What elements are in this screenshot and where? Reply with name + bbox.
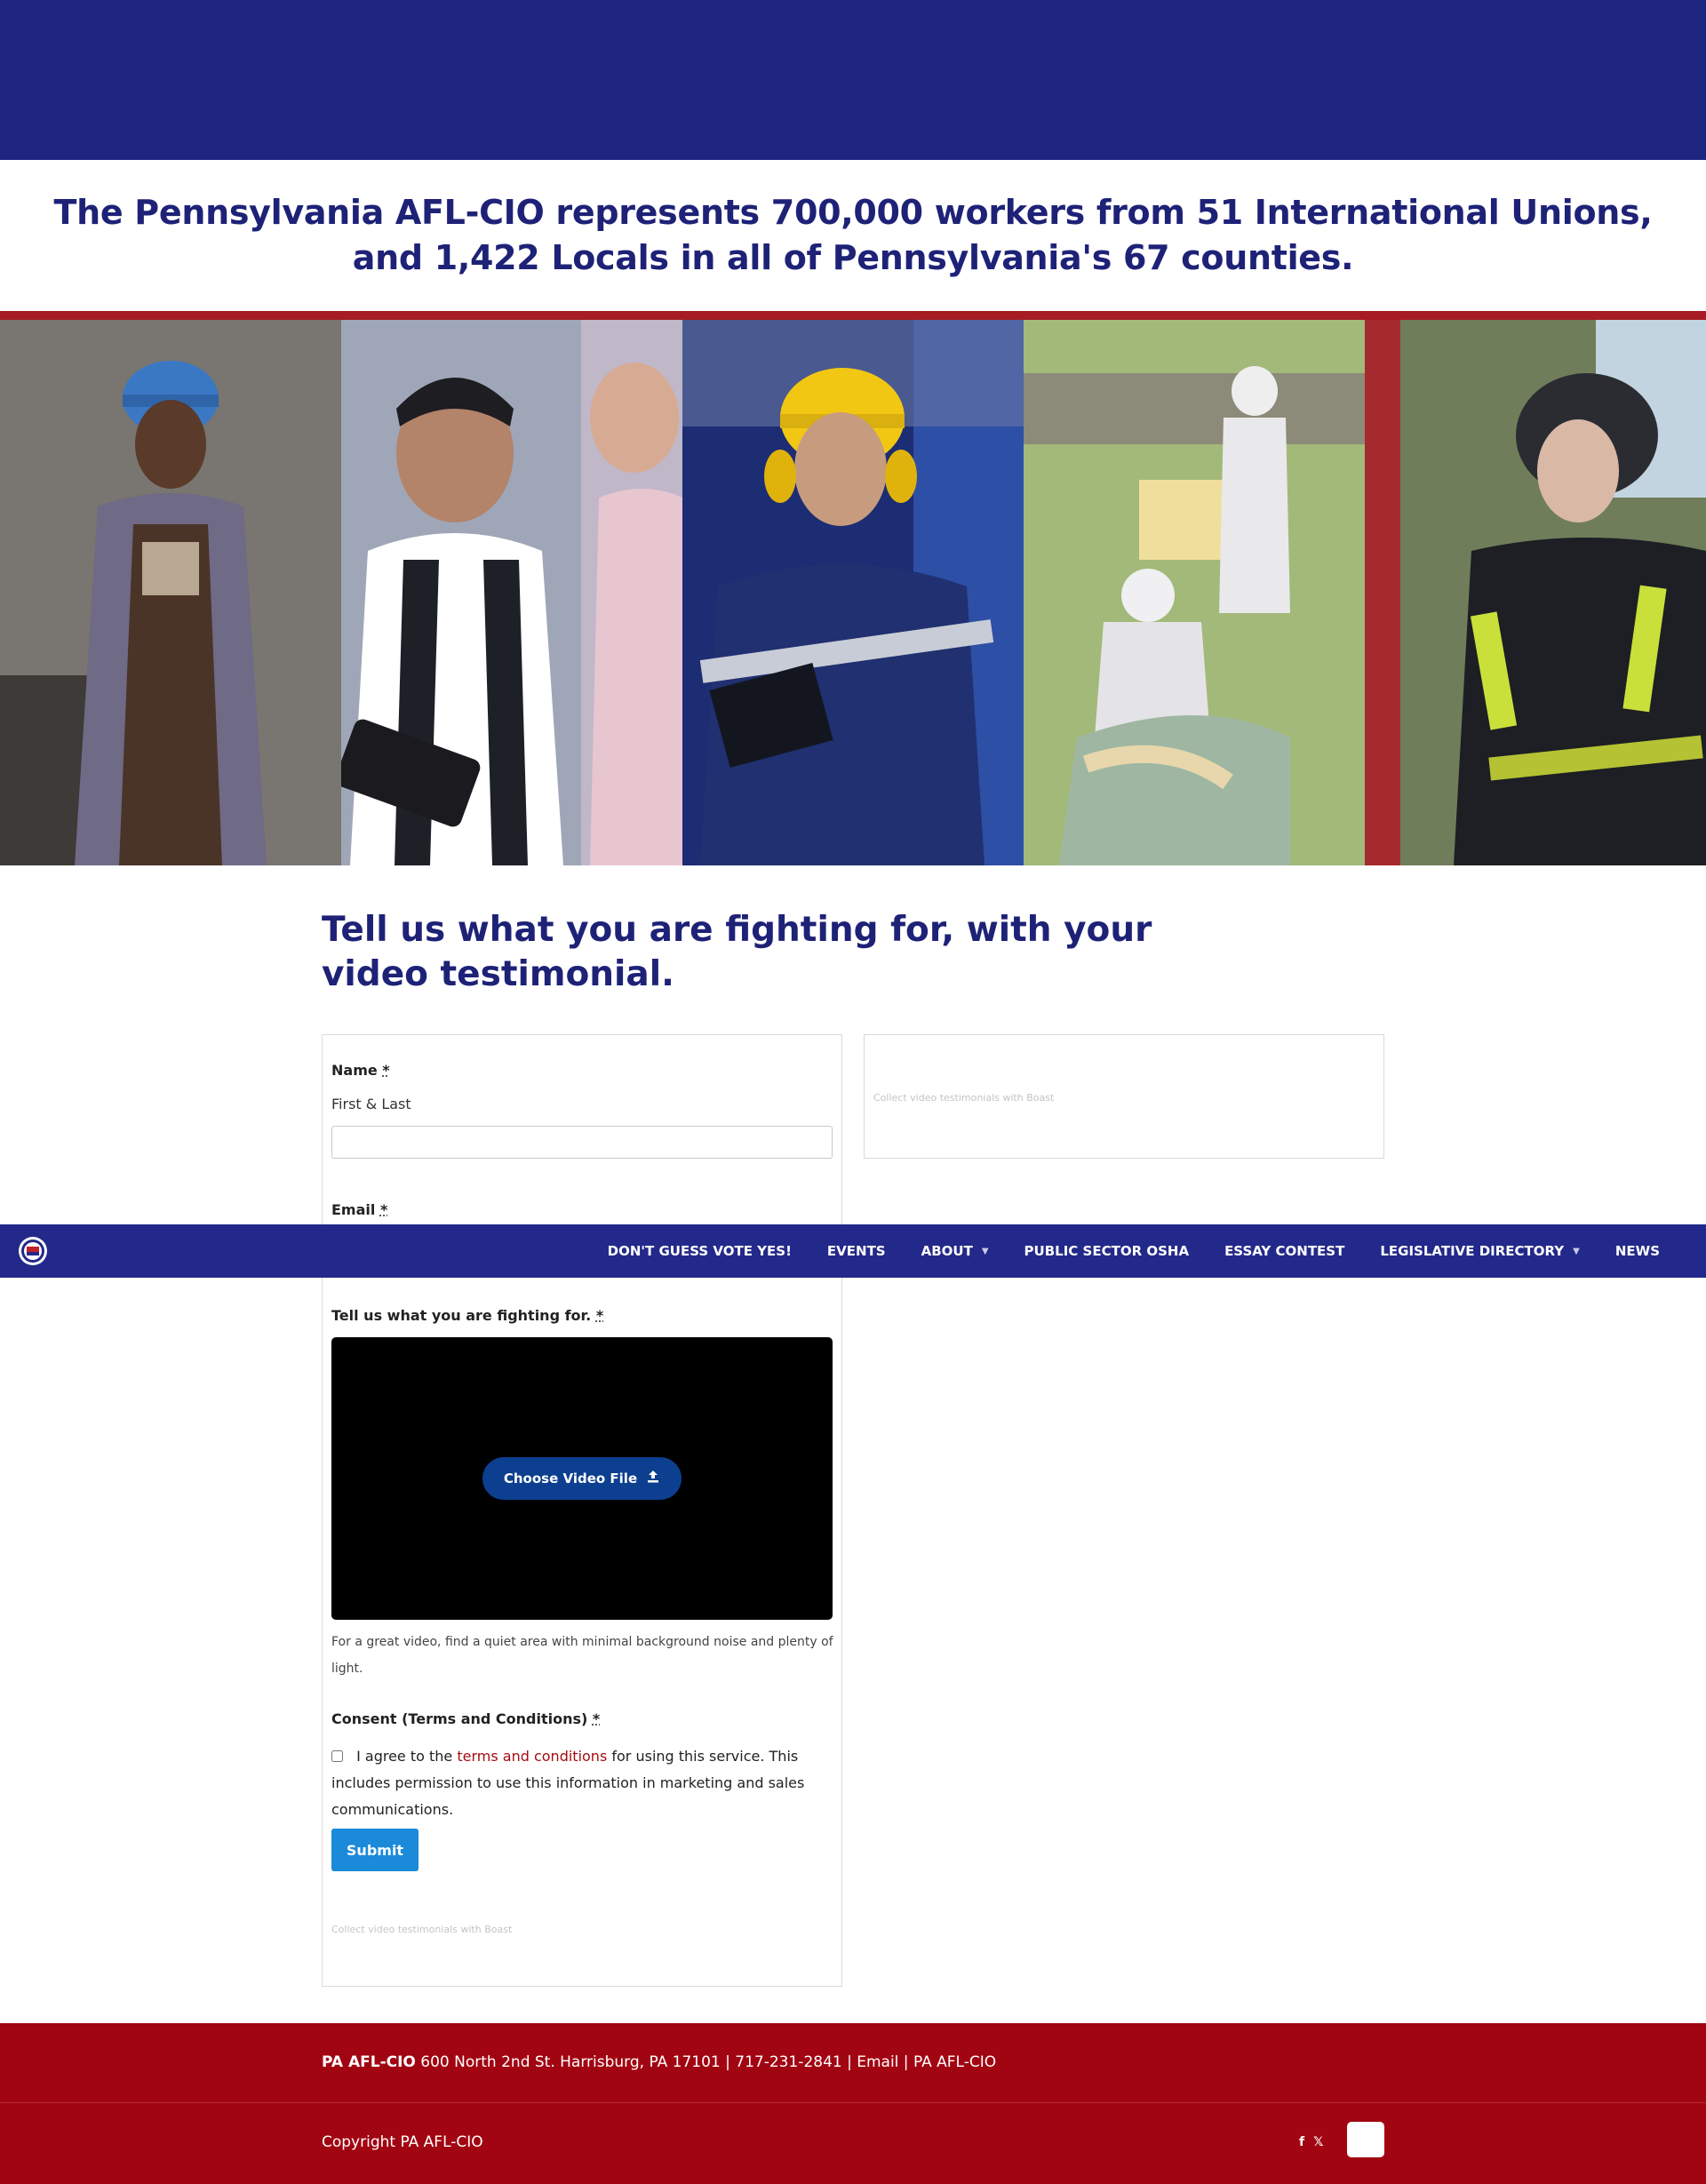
name-label: Name * [331,1062,390,1079]
required-mark: * [379,1201,388,1218]
workers-tablet-photo [341,320,682,865]
photo-strip [0,320,1706,865]
email-label-text: Email [331,1201,376,1218]
nav-item-label: ESSAY CONTEST [1224,1243,1345,1259]
headline-section: The Pennsylvania AFL-CIO represents 700,… [0,160,1706,311]
chevron-down-icon: ▼ [1573,1246,1580,1256]
video-upload-area[interactable]: Choose Video File [331,1337,833,1620]
footer-bottom: Copyright PA AFL-CIO f 𝕏 [0,2103,1706,2184]
nav-item-label: DON'T GUESS VOTE YES! [607,1243,792,1259]
section-title: Tell us what you are fighting for, with … [322,910,1152,994]
scroll-to-top-button[interactable] [1347,2122,1384,2157]
footer-address-text: 600 North 2nd St. Harrisburg, PA 17101 |… [420,2053,997,2071]
name-help: First & Last [331,1096,411,1112]
social-links: f 𝕏 [1299,2135,1323,2149]
facebook-icon[interactable]: f [1299,2135,1304,2149]
name-input[interactable] [331,1126,833,1159]
fighting-label-text: Tell us what you are fighting for. [331,1307,592,1324]
aflcio-seal-icon[interactable] [18,1236,48,1266]
worker-blue-hardhat-photo [0,320,341,865]
nav-item-dont-guess-vote-yes[interactable]: DON'T GUESS VOTE YES! [608,1243,792,1259]
required-mark: * [382,1062,390,1079]
cleanroom-production-photo [1024,320,1365,865]
nav-item-legislative-directory[interactable]: LEGISLATIVE DIRECTORY ▼ [1380,1243,1580,1259]
nav-item-events[interactable]: EVENTS [827,1243,886,1259]
copyright-text: Copyright PA AFL-CIO [322,2133,483,2151]
required-mark: * [592,1710,601,1727]
top-banner [0,0,1706,160]
nav-item-public-sector-osha[interactable]: PUBLIC SECTOR OSHA [1024,1243,1190,1259]
chevron-down-icon: ▼ [981,1246,989,1256]
choose-video-button[interactable]: Choose Video File [482,1457,682,1500]
boast-widget: Collect video testimonials with Boast [864,1034,1384,1159]
x-twitter-icon[interactable]: 𝕏 [1313,2135,1323,2149]
nav-item-label: NEWS [1614,1243,1660,1259]
testimonial-form: Name * First & Last Email * Tell us what… [322,1034,842,1987]
terms-link[interactable]: terms and conditions [457,1748,607,1765]
consent-text-before: I agree to the [356,1748,453,1765]
boast-credit[interactable]: Collect video testimonials with Boast [873,1092,1054,1104]
worker-yellow-hardhat-photo [682,320,1024,865]
video-hint: For a great video, find a quiet area wit… [331,1635,833,1676]
email-label: Email * [331,1201,387,1218]
nav-item-label: PUBLIC SECTOR OSHA [1024,1243,1190,1259]
choose-video-label: Choose Video File [503,1471,638,1487]
firefighter-photo [1365,320,1706,865]
footer-contact: PA AFL-CIO 600 North 2nd St. Harrisburg,… [0,2023,1706,2103]
nav-item-label: LEGISLATIVE DIRECTORY [1380,1243,1565,1259]
sticky-navbar: DON'T GUESS VOTE YES! EVENTS ABOUT ▼ PUB… [0,1224,1706,1278]
required-mark: * [595,1307,604,1324]
submit-button[interactable]: Submit [331,1829,419,1871]
consent-label: Consent (Terms and Conditions) * [331,1710,600,1727]
consent-label-text: Consent (Terms and Conditions) [331,1710,588,1727]
nav-item-label: EVENTS [826,1243,886,1259]
red-divider [0,311,1706,320]
upload-icon [646,1470,660,1487]
consent-row: I agree to the terms and conditions for … [331,1743,834,1823]
fighting-label: Tell us what you are fighting for. * [331,1307,603,1324]
nav-item-about[interactable]: ABOUT ▼ [921,1243,989,1259]
consent-checkbox[interactable] [331,1750,343,1762]
name-label-text: Name [331,1062,378,1079]
nav-item-news[interactable]: NEWS [1615,1243,1660,1259]
headline-text: The Pennsylvania AFL-CIO represents 700,… [53,193,1653,277]
nav-menu: DON'T GUESS VOTE YES! EVENTS ABOUT ▼ PUB… [572,1224,1660,1278]
nav-item-label: ABOUT [921,1243,973,1259]
footer-org: PA AFL-CIO [322,2053,416,2071]
footer-address: PA AFL-CIO 600 North 2nd St. Harrisburg,… [322,2053,996,2071]
nav-item-essay-contest[interactable]: ESSAY CONTEST [1224,1243,1344,1259]
boast-credit[interactable]: Collect video testimonials with Boast [331,1924,512,1935]
